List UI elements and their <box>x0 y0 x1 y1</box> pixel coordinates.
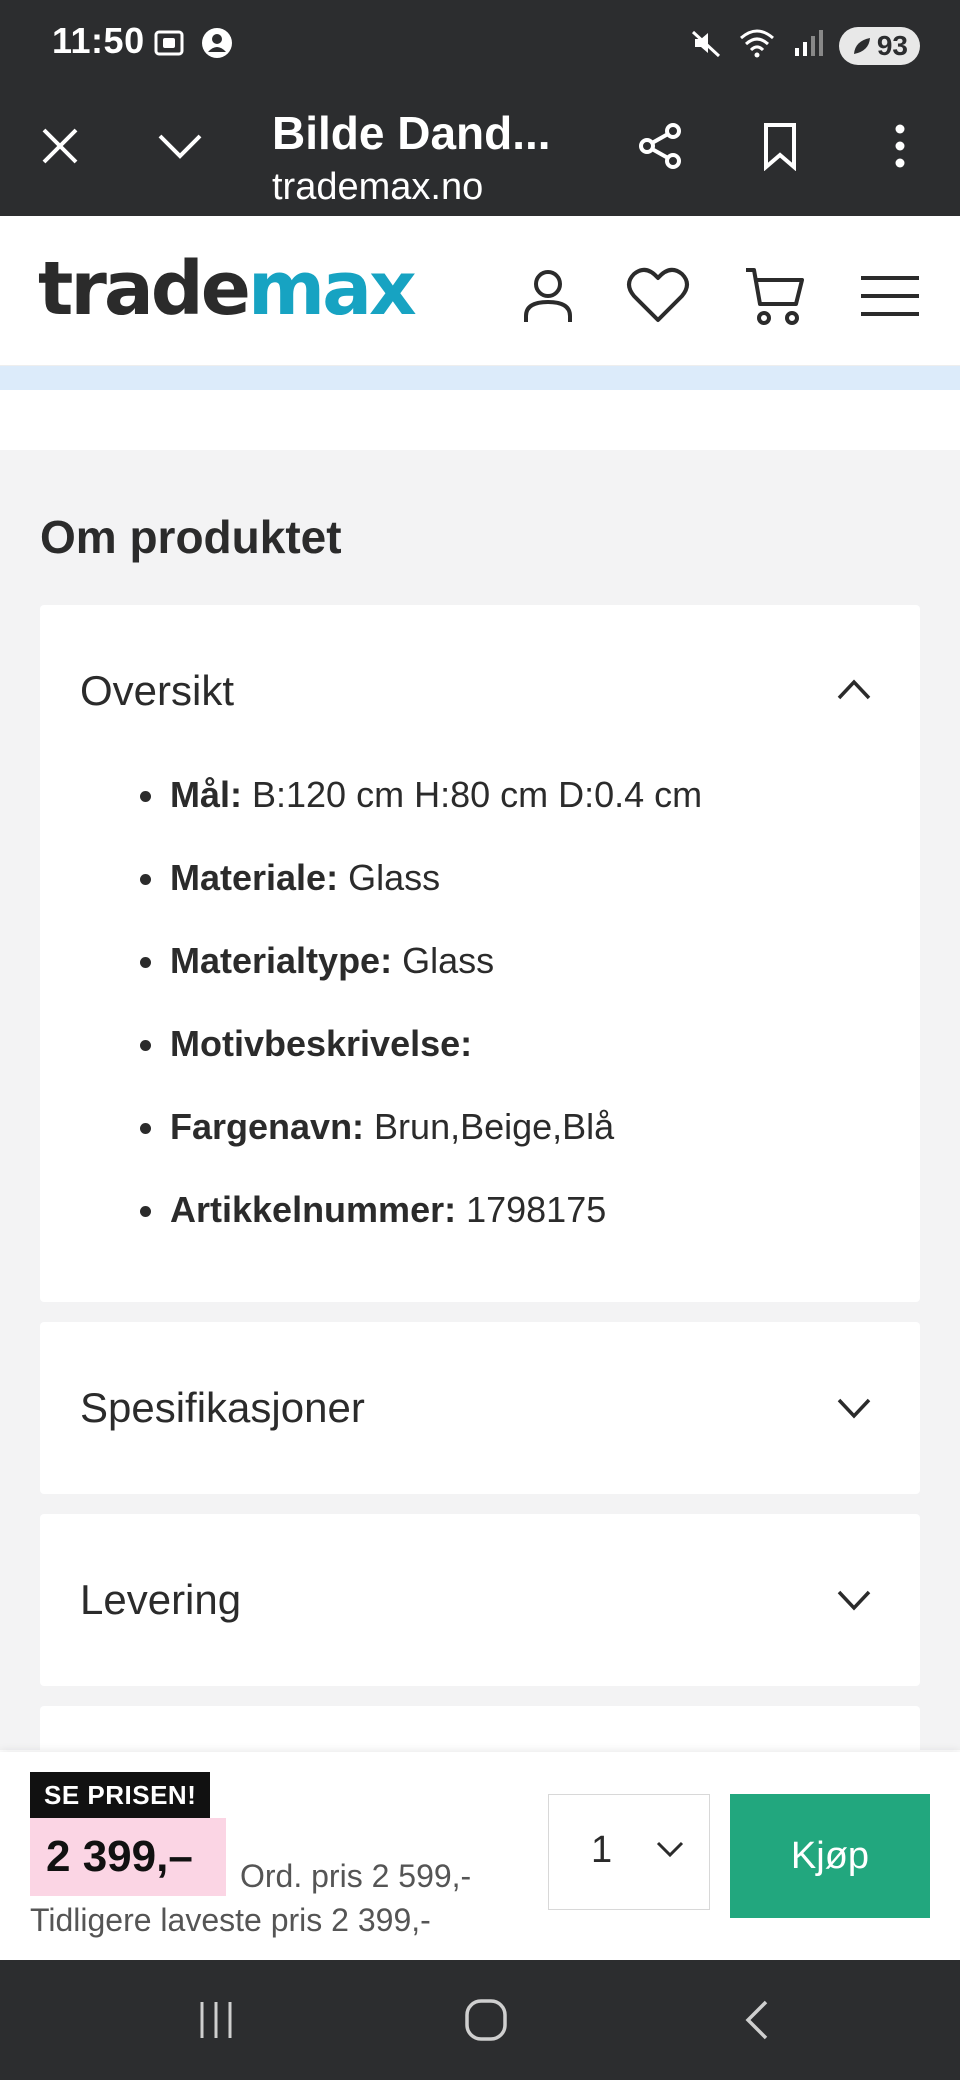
chevron-down-icon <box>837 1590 871 1611</box>
home-button[interactable] <box>450 1990 522 2050</box>
spacer <box>0 390 960 450</box>
more-options-button[interactable] <box>864 110 936 182</box>
delivery-accordion[interactable]: Levering <box>40 1514 920 1686</box>
buy-button[interactable]: Kjøp <box>730 1794 930 1918</box>
overview-list: Mål: B:120 cm H:80 cm D:0.4 cm Materiale… <box>130 775 702 1273</box>
spec-item-material: Materiale: Glass <box>130 858 702 941</box>
back-button[interactable] <box>720 1990 792 2050</box>
promo-badge: SE PRISEN! <box>30 1772 211 1819</box>
site-header: trademax <box>0 216 960 366</box>
current-price: 2 399,– <box>30 1818 226 1896</box>
bookmark-icon <box>764 123 796 171</box>
spec-item-dimensions: Mål: B:120 cm H:80 cm D:0.4 cm <box>130 775 702 858</box>
overview-card: Oversikt Mål: B:120 cm H:80 cm D:0.4 cm … <box>40 605 920 1302</box>
product-details: Om produktet Oversikt Mål: B:120 cm H:80… <box>0 450 960 1766</box>
account-icon <box>200 26 234 65</box>
wishlist-button[interactable] <box>618 256 698 336</box>
screenshot-icon <box>152 26 186 65</box>
account-button[interactable] <box>508 256 588 336</box>
back-icon <box>745 2000 768 2040</box>
info-strip <box>0 366 960 390</box>
account-icon <box>524 270 572 322</box>
menu-icon <box>861 276 919 316</box>
spec-item-material-type: Materialtype: Glass <box>130 941 702 1024</box>
buy-bar: SE PRISEN! 2 399,– Ord. pris 2 599,- Tid… <box>0 1752 960 1960</box>
chevron-up-icon <box>837 679 871 700</box>
mute-icon <box>689 26 723 65</box>
quantity-select[interactable]: 1 <box>548 1794 710 1910</box>
page-title: Bilde Dand... <box>272 107 551 159</box>
close-icon <box>42 128 78 164</box>
recent-apps-button[interactable] <box>180 1990 252 2050</box>
cart-button[interactable] <box>734 256 814 336</box>
minimize-button[interactable] <box>144 110 216 182</box>
specifications-accordion[interactable]: Spesifikasjoner <box>40 1322 920 1494</box>
battery-level: 93 <box>876 29 908 61</box>
page-url[interactable]: trademax.no <box>272 166 483 209</box>
trademax-logo[interactable]: trademax <box>38 246 417 332</box>
overview-header[interactable]: Oversikt <box>40 605 920 745</box>
cart-icon <box>746 268 804 325</box>
ordinary-price: Ord. pris 2 599,- <box>240 1858 472 1894</box>
spec-item-motif: Motivbeskrivelse: <box>130 1024 702 1107</box>
home-icon <box>465 1999 507 2041</box>
menu-button[interactable] <box>850 256 930 336</box>
share-icon <box>639 123 681 169</box>
chevron-down-icon <box>656 1841 684 1858</box>
previous-lowest-price: Tidligere laveste pris 2 399,- <box>30 1902 431 1938</box>
battery-icon: 93 <box>838 26 920 65</box>
chevron-down-icon <box>837 1398 871 1419</box>
signal-icon <box>791 26 825 65</box>
chevron-down-icon <box>158 134 202 159</box>
recent-apps-icon <box>200 2002 232 2038</box>
delivery-title: Levering <box>80 1576 242 1623</box>
overview-title: Oversikt <box>80 667 235 714</box>
heart-icon <box>627 267 689 322</box>
system-nav-bar <box>0 1960 960 2080</box>
section-title: Om produktet <box>40 511 342 563</box>
specifications-title: Spesifikasjoner <box>80 1384 365 1431</box>
wifi-icon <box>737 26 777 65</box>
spec-item-color: Fargenavn: Brun,Beige,Blå <box>130 1107 702 1190</box>
browser-toolbar: Bilde Dand... trademax.no <box>0 88 960 216</box>
quantity-value: 1 <box>591 1829 613 1871</box>
status-bar: 11:50 93 <box>0 0 960 88</box>
close-tab-button[interactable] <box>24 110 96 182</box>
more-vert-icon <box>895 124 905 168</box>
status-time: 11:50 <box>52 20 145 61</box>
share-button[interactable] <box>624 110 696 182</box>
spec-item-article-number: Artikkelnummer: 1798175 <box>130 1190 702 1273</box>
bookmark-button[interactable] <box>744 110 816 182</box>
